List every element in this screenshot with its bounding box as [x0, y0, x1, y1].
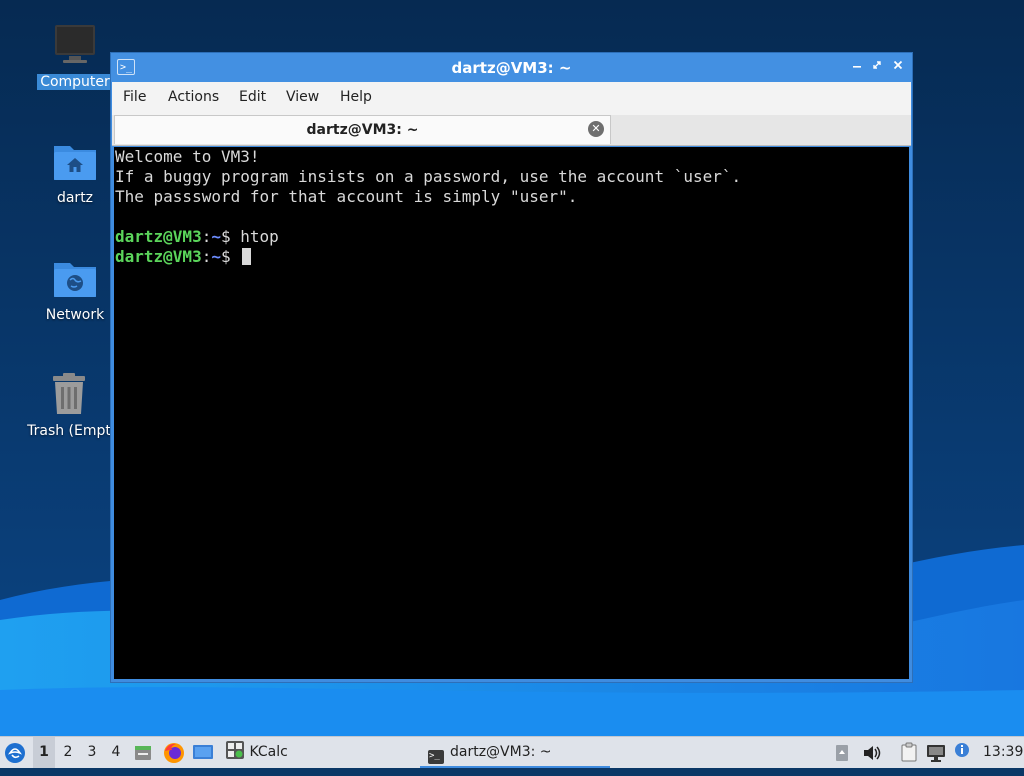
start-menu-button[interactable] — [4, 737, 28, 768]
task-label: dartz@VM3: ~ — [450, 744, 552, 760]
terminal-line: The passsword for that account is simply… — [115, 187, 578, 206]
desktop-icon-label: Trash (Empt — [27, 423, 111, 439]
tab-bar: dartz@VM3: ~ ✕ — [112, 115, 911, 146]
tab-terminal[interactable]: dartz@VM3: ~ ✕ — [114, 115, 611, 144]
chevron-up-icon — [836, 745, 848, 761]
prompt-path: ~ — [211, 247, 221, 266]
info-notification-icon — [955, 743, 969, 757]
computer-icon — [51, 22, 99, 70]
updates-control[interactable] — [953, 737, 973, 768]
window-title: dartz@VM3: ~ — [451, 59, 572, 77]
clipboard-control[interactable] — [900, 737, 920, 768]
desktop-switch-3[interactable]: 3 — [81, 737, 103, 768]
terminal-task-icon: >_ — [428, 750, 444, 764]
menu-edit[interactable]: Edit — [239, 89, 266, 105]
file-manager-launcher[interactable] — [133, 737, 155, 768]
firefox-icon — [164, 743, 184, 763]
volume-icon — [864, 746, 881, 760]
file-manager-icon — [135, 746, 151, 760]
clipboard-icon — [901, 742, 917, 762]
prompt-path: ~ — [211, 227, 221, 246]
maximize-icon[interactable] — [868, 57, 886, 77]
terminal-output[interactable]: Welcome to VM3! If a buggy program insis… — [114, 147, 909, 679]
menu-bar: File Actions Edit View Help — [112, 82, 911, 115]
prompt-symbol: $ — [220, 227, 231, 246]
network-folder-icon — [51, 255, 99, 303]
app-menu-icon — [5, 743, 25, 763]
desktop-icon-label: dartz — [56, 190, 94, 206]
desktop-icon-network[interactable]: Network — [27, 255, 123, 323]
menu-file[interactable]: File — [123, 89, 146, 105]
clock[interactable]: 13:39 — [983, 737, 1023, 768]
taskbar-task-terminal[interactable]: >_ dartz@VM3: ~ — [420, 737, 610, 768]
terminal-prompt-line: dartz@VM3:~$ — [115, 247, 908, 267]
prompt-separator: : — [201, 227, 212, 246]
prompt-separator: : — [201, 247, 212, 266]
network-wired-icon — [927, 745, 945, 762]
prompt-user: dartz@VM3 — [115, 227, 202, 246]
desktop-icon-trash[interactable]: Trash (Empt — [21, 371, 117, 439]
close-icon[interactable] — [889, 57, 907, 77]
desktop-icon-home-folder[interactable]: dartz — [27, 138, 123, 206]
tab-label: dartz@VM3: ~ — [306, 122, 419, 138]
prompt-user: dartz@VM3 — [115, 247, 202, 266]
terminal-line: If a buggy program insists on a password… — [115, 167, 742, 186]
menu-help[interactable]: Help — [340, 89, 372, 105]
desktop-switch-1[interactable]: 1 — [33, 737, 55, 768]
text-cursor — [242, 248, 252, 265]
network-control[interactable] — [926, 737, 948, 768]
terminal-prompt-line: dartz@VM3:~$ htop — [115, 227, 908, 247]
terminal-line: Welcome to VM3! — [115, 147, 260, 166]
prompt-symbol: $ — [220, 247, 231, 266]
tab-close-icon[interactable]: ✕ — [588, 121, 604, 137]
volume-control[interactable] — [862, 737, 882, 768]
trash-icon — [45, 371, 93, 419]
window-titlebar[interactable]: >_ dartz@VM3: ~ — [111, 53, 912, 82]
prompt-command: htop — [240, 227, 279, 246]
desktop-icon-label: Network — [45, 307, 105, 323]
terminal-window[interactable]: >_ dartz@VM3: ~ File Actions Edit View H… — [110, 52, 913, 683]
kcalc-label: KCalc — [249, 744, 288, 760]
menu-view[interactable]: View — [286, 89, 319, 105]
show-desktop-launcher[interactable] — [192, 737, 214, 768]
show-desktop-icon — [193, 745, 213, 759]
desktop-switch-2[interactable]: 2 — [57, 737, 79, 768]
kcalc-launcher[interactable]: KCalc — [225, 737, 295, 768]
menu-actions[interactable]: Actions — [168, 89, 219, 105]
desktop-switch-4[interactable]: 4 — [105, 737, 127, 768]
minimize-icon[interactable] — [848, 57, 866, 77]
tray-expand-button[interactable] — [835, 737, 851, 768]
firefox-launcher[interactable] — [163, 737, 185, 768]
desktop-icon-label: Computer — [37, 74, 113, 90]
calculator-icon — [226, 741, 244, 759]
desktop-icon-computer[interactable]: Computer — [27, 22, 123, 90]
taskbar: 1 2 3 4 KCalc >_ dartz@VM3: ~ 13:39 — [0, 736, 1024, 768]
home-folder-icon — [51, 138, 99, 186]
